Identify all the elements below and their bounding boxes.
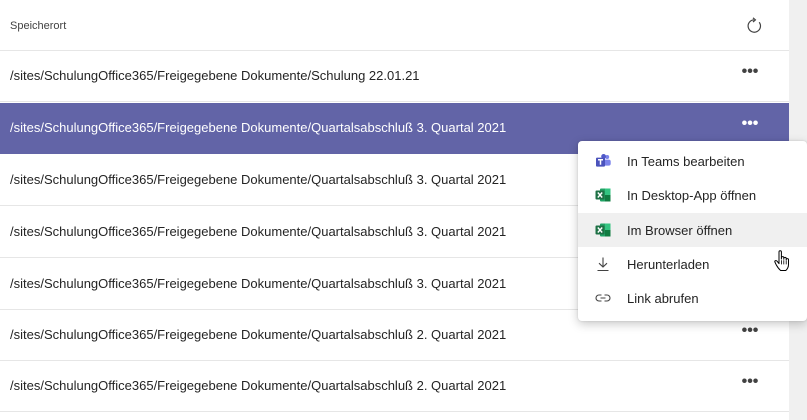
table-row[interactable]: /sites/SchulungOffice365/Freigegebene Do… xyxy=(0,51,789,102)
more-options-button[interactable]: ••• xyxy=(738,374,762,395)
hand-cursor-icon xyxy=(774,250,789,271)
list-header: Speicherort xyxy=(0,0,789,51)
file-path: /sites/SchulungOffice365/Freigegebene Do… xyxy=(10,276,507,291)
menu-item-download[interactable]: Herunterladen xyxy=(578,247,807,281)
more-options-button[interactable]: ••• xyxy=(738,116,762,137)
menu-item-open-browser[interactable]: Im Browser öffnen xyxy=(578,213,807,247)
file-path: /sites/SchulungOffice365/Freigegebene Do… xyxy=(10,172,507,187)
menu-item-get-link[interactable]: Link abrufen xyxy=(578,281,807,315)
excel-icon xyxy=(595,188,611,202)
file-path: /sites/SchulungOffice365/Freigegebene Do… xyxy=(10,120,507,135)
file-path: /sites/SchulungOffice365/Freigegebene Do… xyxy=(10,327,507,342)
more-options-button[interactable]: ••• xyxy=(738,64,762,85)
menu-item-open-desktop-app[interactable]: In Desktop-App öffnen xyxy=(578,178,807,212)
menu-item-label: Link abrufen xyxy=(627,291,699,306)
menu-item-label: In Desktop-App öffnen xyxy=(627,188,757,203)
link-icon xyxy=(595,294,611,302)
context-menu: In Teams bearbeiten In Desktop-App öffne… xyxy=(578,141,807,321)
menu-item-label: Herunterladen xyxy=(627,257,710,272)
refresh-icon[interactable] xyxy=(744,16,764,36)
menu-item-edit-in-teams[interactable]: In Teams bearbeiten xyxy=(578,144,807,178)
menu-item-label: Im Browser öffnen xyxy=(627,223,733,238)
column-header-location: Speicherort xyxy=(10,20,67,32)
excel-icon xyxy=(595,223,611,237)
file-path: /sites/SchulungOffice365/Freigegebene Do… xyxy=(10,378,507,393)
teams-icon xyxy=(596,154,611,167)
download-icon xyxy=(597,257,609,272)
file-path: /sites/SchulungOffice365/Freigegebene Do… xyxy=(10,224,507,239)
file-path: /sites/SchulungOffice365/Freigegebene Do… xyxy=(10,68,420,83)
menu-item-label: In Teams bearbeiten xyxy=(627,154,745,169)
table-row[interactable]: /sites/SchulungOffice365/Freigegebene Do… xyxy=(0,361,789,412)
more-options-button[interactable]: ••• xyxy=(738,323,762,344)
